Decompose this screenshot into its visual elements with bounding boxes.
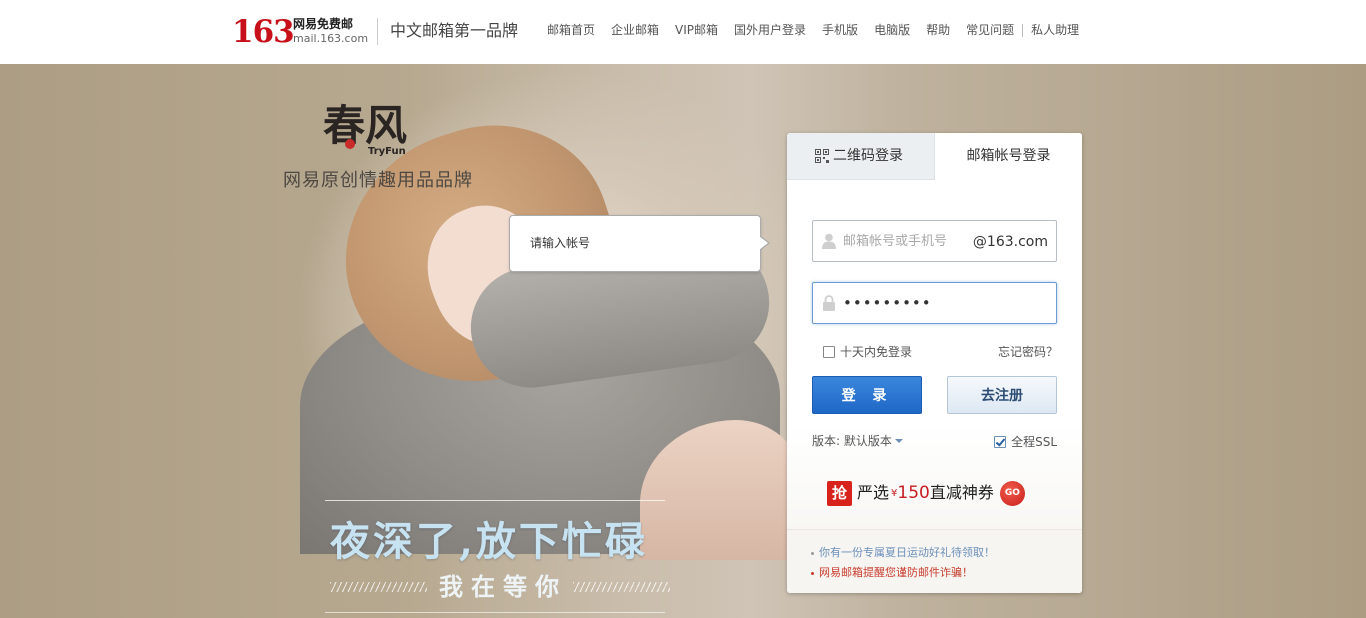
notice-text: 你有一份专属夏日运动好礼待领取！ bbox=[819, 546, 995, 559]
header-divider bbox=[377, 18, 378, 45]
promo-badge: 抢 bbox=[827, 480, 852, 506]
nav-link-mobile[interactable]: 手机版 bbox=[822, 22, 858, 38]
user-icon bbox=[822, 233, 836, 249]
promo-go-button[interactable]: GO bbox=[999, 480, 1025, 506]
promo-banner[interactable]: 抢 严选 ¥ 150 直减神券 GO bbox=[827, 480, 1025, 506]
register-button[interactable]: 去注册 bbox=[947, 376, 1057, 414]
brand-logo-icon[interactable]: 春风 TryFun bbox=[323, 96, 433, 160]
brand-name: 网易原创情趣用品品牌 bbox=[283, 170, 473, 191]
nav-link-faq[interactable]: 常见问题 bbox=[966, 22, 1014, 38]
promo-text-2: 直减神券 bbox=[929, 483, 994, 502]
tooltip-arrow bbox=[759, 235, 770, 251]
promo-text-1: 严选 bbox=[857, 483, 890, 502]
remember-checkbox[interactable] bbox=[823, 346, 835, 358]
login-button[interactable]: 登 录 bbox=[812, 376, 922, 414]
tab-qr-label: 二维码登录 bbox=[833, 148, 903, 164]
qr-code-icon bbox=[815, 149, 829, 163]
logo-domain-text: mail.163.com bbox=[293, 32, 369, 45]
hero-line-top bbox=[325, 500, 665, 501]
version-select[interactable]: 版本: 默认版本 bbox=[812, 433, 903, 449]
top-header: 163 网易免费邮 mail.163.com 中文邮箱第一品牌 邮箱首页 企业邮… bbox=[0, 0, 1366, 64]
nav-link-enterprise[interactable]: 企业邮箱 bbox=[611, 22, 659, 38]
nav-link-help[interactable]: 帮助 bbox=[926, 22, 950, 38]
password-field[interactable] bbox=[812, 282, 1057, 324]
remember-label: 十天内免登录 bbox=[840, 345, 913, 359]
brand-logo-en: TryFun bbox=[368, 146, 406, 157]
username-input[interactable] bbox=[843, 221, 968, 261]
login-panel: 二维码登录 邮箱帐号登录 @163.com 十天内免登录 忘记密码？ bbox=[787, 133, 1082, 593]
lock-icon bbox=[823, 295, 835, 311]
remember-me[interactable]: 十天内免登录 bbox=[823, 344, 912, 360]
hatch-left bbox=[330, 582, 427, 592]
nav-link-desktop[interactable]: 电脑版 bbox=[874, 22, 910, 38]
hero-subtitle: 我在等你 bbox=[439, 572, 567, 601]
password-input[interactable] bbox=[843, 283, 1043, 323]
hero-title: 夜深了,放下忙碌 bbox=[330, 518, 648, 565]
nav-link-assistant[interactable]: 私人助理 bbox=[1031, 22, 1079, 38]
forgot-password-link[interactable]: 忘记密码？ bbox=[998, 344, 1058, 360]
hero-line-bottom bbox=[325, 612, 665, 613]
domain-suffix: @163.com bbox=[972, 234, 1048, 250]
caret-down-icon bbox=[894, 439, 903, 443]
ssl-option[interactable]: 全程SSL bbox=[994, 434, 1057, 450]
top-nav: 邮箱首页 企业邮箱 VIP邮箱 国外用户登录 手机版 电脑版 帮助 常见问题 私… bbox=[547, 22, 1079, 38]
brand-logo-text: 春风 bbox=[323, 101, 407, 150]
logo-cn-text: 网易免费邮 bbox=[293, 17, 354, 31]
nav-separator bbox=[1022, 24, 1024, 37]
ssl-label: 全程SSL bbox=[1011, 435, 1057, 449]
notice-item[interactable]: 网易邮箱提醒您谨防邮件诈骗！ bbox=[811, 563, 1082, 583]
bullet-icon bbox=[811, 551, 814, 555]
tooltip-text: 请输入帐号 bbox=[530, 236, 591, 250]
notice-item[interactable]: 你有一份专属夏日运动好礼待领取！ bbox=[811, 543, 1082, 563]
login-form: @163.com 十天内免登录 忘记密码？ 登 录 去注册 版本: 默认版本 全… bbox=[787, 180, 1082, 529]
username-field[interactable]: @163.com bbox=[812, 220, 1057, 262]
promo-amount: 150 bbox=[897, 483, 930, 503]
hatch-right bbox=[573, 582, 670, 592]
bullet-icon bbox=[811, 571, 814, 575]
ssl-checkbox[interactable] bbox=[994, 436, 1007, 448]
nav-link-overseas[interactable]: 国外用户登录 bbox=[734, 22, 806, 38]
logo-number: 163 bbox=[232, 14, 295, 50]
nav-link-home[interactable]: 邮箱首页 bbox=[547, 22, 595, 38]
header-slogan: 中文邮箱第一品牌 bbox=[390, 21, 519, 40]
login-tabs: 二维码登录 邮箱帐号登录 bbox=[787, 133, 1082, 180]
tab-account-label: 邮箱帐号登录 bbox=[966, 148, 1051, 164]
notice-text: 网易邮箱提醒您谨防邮件诈骗！ bbox=[819, 566, 973, 579]
version-label: 版本: 默认版本 bbox=[812, 434, 892, 448]
hero-subtitle-row: 我在等你 bbox=[330, 572, 670, 602]
notice-list: 你有一份专属夏日运动好礼待领取！ 网易邮箱提醒您谨防邮件诈骗！ bbox=[787, 529, 1082, 593]
account-tooltip: 请输入帐号 bbox=[509, 215, 770, 272]
tab-account-login[interactable]: 邮箱帐号登录 bbox=[935, 133, 1082, 180]
nav-link-vip[interactable]: VIP邮箱 bbox=[675, 22, 718, 38]
tab-qr-login[interactable]: 二维码登录 bbox=[787, 133, 935, 180]
